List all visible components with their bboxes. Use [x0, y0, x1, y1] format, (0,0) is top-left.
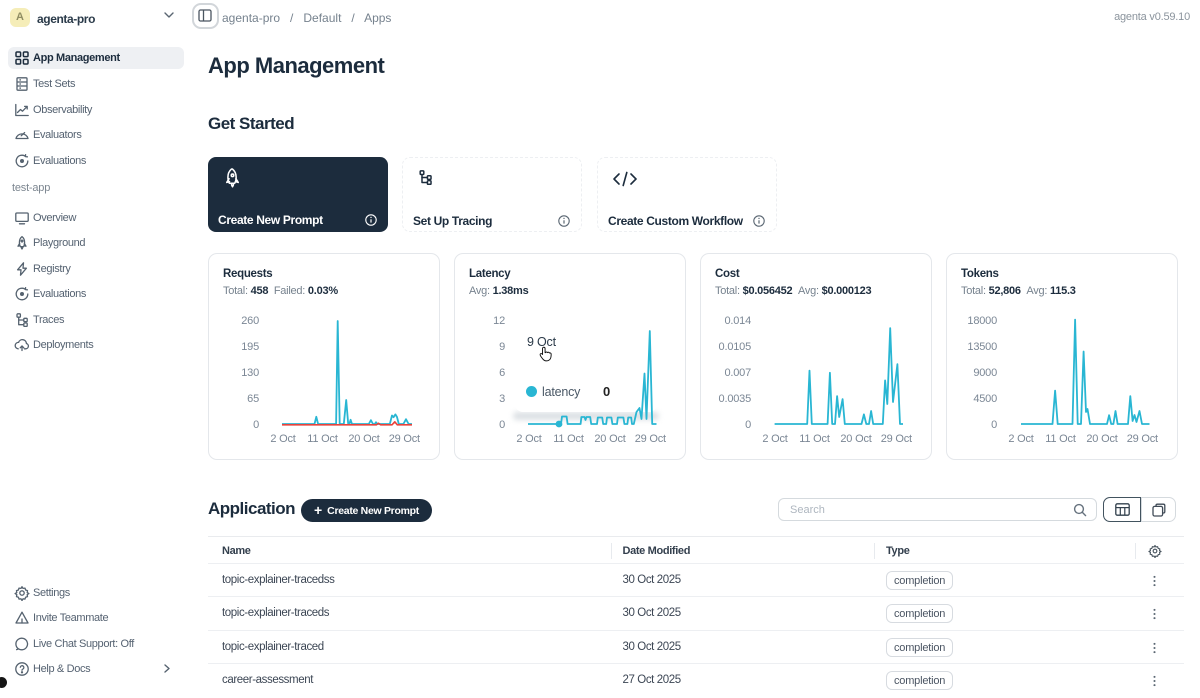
svg-text:0: 0: [253, 419, 259, 431]
svg-text:0: 0: [499, 419, 505, 431]
svg-text:0: 0: [745, 419, 751, 431]
svg-text:12: 12: [493, 315, 505, 327]
svg-text:2 Oct: 2 Oct: [516, 433, 541, 445]
svg-text:29 Oct: 29 Oct: [635, 433, 666, 445]
svg-text:6: 6: [499, 367, 505, 379]
svg-text:4500: 4500: [973, 393, 997, 405]
svg-text:195: 195: [241, 341, 259, 353]
svg-text:0.0105: 0.0105: [719, 341, 752, 353]
svg-text:0.007: 0.007: [724, 367, 751, 379]
svg-text:11 Oct: 11 Oct: [1045, 433, 1076, 445]
svg-text:29 Oct: 29 Oct: [389, 433, 420, 445]
svg-text:20 Oct: 20 Oct: [348, 433, 379, 445]
svg-text:29 Oct: 29 Oct: [881, 433, 912, 445]
svg-text:65: 65: [247, 393, 259, 405]
svg-text:11 Oct: 11 Oct: [307, 433, 338, 445]
svg-text:130: 130: [241, 367, 259, 379]
svg-text:0.0035: 0.0035: [719, 393, 752, 405]
svg-text:20 Oct: 20 Oct: [840, 433, 871, 445]
svg-text:13500: 13500: [967, 341, 997, 353]
svg-text:11 Oct: 11 Oct: [799, 433, 830, 445]
svg-text:29 Oct: 29 Oct: [1127, 433, 1158, 445]
svg-text:20 Oct: 20 Oct: [1086, 433, 1117, 445]
svg-text:3: 3: [499, 393, 505, 405]
svg-text:0.014: 0.014: [724, 315, 751, 327]
svg-text:11 Oct: 11 Oct: [553, 433, 584, 445]
svg-text:9: 9: [499, 341, 505, 353]
svg-text:20 Oct: 20 Oct: [594, 433, 625, 445]
svg-text:2 Oct: 2 Oct: [1008, 433, 1033, 445]
svg-text:2 Oct: 2 Oct: [270, 433, 295, 445]
svg-text:0: 0: [991, 419, 997, 431]
svg-text:9000: 9000: [973, 367, 997, 379]
svg-text:2 Oct: 2 Oct: [762, 433, 787, 445]
svg-text:18000: 18000: [967, 315, 997, 327]
svg-text:260: 260: [241, 315, 259, 327]
